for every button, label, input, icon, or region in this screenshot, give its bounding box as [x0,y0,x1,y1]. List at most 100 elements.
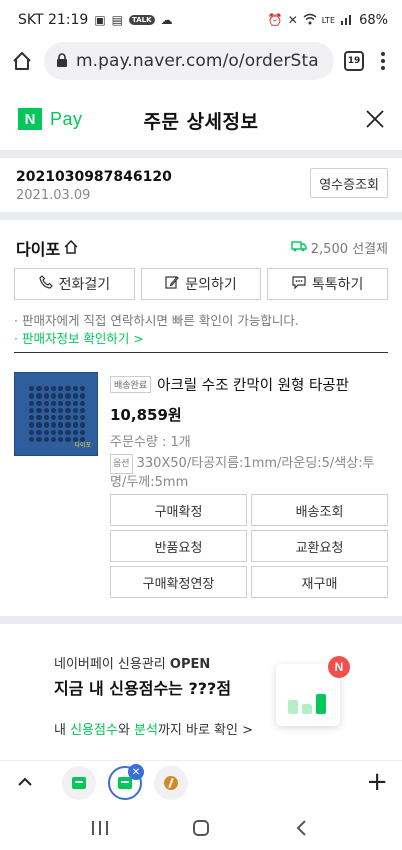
perforation-hole [29,429,35,435]
rebuy-button[interactable]: 재구매 [251,566,388,598]
close-icon[interactable] [364,108,386,130]
receipt-button[interactable]: 영수증조회 [310,168,388,198]
perforation-hole [65,422,71,428]
perforation-hole [79,386,85,392]
delivery-status-badge: 배송완료 [110,375,152,393]
perforation-hole [36,386,42,392]
perforation-hole [29,400,35,406]
lock-icon [56,52,68,71]
notification-badge: N [328,656,350,678]
perforation-hole [50,422,56,428]
perforation-hole [79,415,85,421]
perforation-hole [58,436,64,442]
seller-row: 다이포 2,500 선결제 [0,234,402,260]
product-thumbnail[interactable]: 다이포 [14,372,98,456]
perforation-hole [43,429,49,435]
perforation-hole [65,429,71,435]
perforation-hole [50,407,56,413]
product-info: 배송완료 아크릴 수조 칸막이 원형 타공판 10,859원 주문수량 : 1개… [110,372,388,492]
perforation-hole [58,393,64,399]
status-bar: SKT 21:19 ▣ ▤ TALK ☁ ⏰ ✕ LTE 68% [0,0,402,40]
option-text: 330X50/타공지름:1mm/라운딩:5/색상:투명/두께:5mm [110,456,375,490]
close-tab-icon[interactable]: ✕ [128,764,144,780]
tab-npay-active[interactable]: ✕ [108,764,144,800]
perforation-hole [36,407,42,413]
product-quantity: 주문수량 : 1개 [110,435,191,450]
perforation-hole [72,386,78,392]
home-button-icon[interactable] [181,813,221,843]
edit-icon [165,275,179,293]
confirm-purchase-button[interactable]: 구매확정 [110,494,247,526]
npay-logo-text: Pay [50,108,83,129]
home-icon[interactable] [10,49,34,73]
seller-name-link[interactable]: 다이포 [16,236,78,260]
section-divider [0,150,402,158]
seller-info-link[interactable]: · 판매자정보 확인하기 > [14,328,144,347]
talk-icon: TALK [129,15,155,25]
order-number: 2021030987846120 [16,169,172,185]
perforation-hole [72,429,78,435]
product-options: 옵션 330X50/타공지름:1mm/라운딩:5/색상:투명/두께:5mm [110,454,388,492]
exchange-request-button[interactable]: 교환요청 [251,530,388,562]
browser-tab-bar: ✕ + [0,760,402,804]
order-action-buttons: 구매확정 배송조회 반품요청 교환요청 구매확정연장 재구매 [110,494,388,598]
more-menu-icon[interactable] [374,52,392,70]
credit-banner[interactable]: 네이버페이 신용관리 OPEN 지금 내 신용점수는 ???점 내 신용점수와 … [0,626,402,754]
perforation-hole [58,400,64,406]
battery-level: 68% [359,12,388,28]
banner-title: 지금 내 신용점수는 ???점 [54,679,232,698]
chevron-up-icon[interactable] [14,771,36,793]
perforation-hole [72,415,78,421]
npay-logo-letter: N [18,108,42,130]
shipping-fee-text: 2,500 선결제 [310,242,388,257]
perforation-hole [29,436,35,442]
inquiry-button[interactable]: 문의하기 [140,268,262,300]
seller-contact-notice: · 판매자에게 직접 연락하시면 빠른 확인이 가능합니다. [14,313,299,328]
order-date: 2021.03.09 [16,188,91,203]
talktalk-button[interactable]: 톡톡하기 [267,268,389,300]
section-divider [0,212,402,220]
option-tag: 옵션 [110,454,133,474]
system-nav-bar [0,806,402,850]
tab-npay-1[interactable] [62,766,96,800]
banner-link[interactable]: 내 신용점수와 분석까지 바로 확인 > [54,719,253,738]
perforation-hole [79,400,85,406]
address-bar[interactable]: m.pay.naver.com/o/orderSta [44,42,334,80]
perforation-hole [72,422,78,428]
tab-coffee[interactable] [154,766,188,800]
extend-confirm-button[interactable]: 구매확정연장 [110,566,247,598]
call-button[interactable]: 전화걸기 [14,268,135,300]
chat-bubble-icon [292,275,306,293]
perforation-hole [58,415,64,421]
signal-icon [340,13,354,28]
inquiry-button-label: 문의하기 [185,277,237,293]
recent-apps-icon[interactable] [80,813,120,843]
perforation-hole [29,415,35,421]
browser-toolbar: m.pay.naver.com/o/orderSta 19 [0,40,402,82]
section-divider [0,616,402,624]
perforation-hole [50,429,56,435]
perforation-hole [50,436,56,442]
back-icon[interactable] [282,813,322,843]
perforation-hole [65,436,71,442]
return-request-button[interactable]: 반품요청 [110,530,247,562]
product-name[interactable]: 아크릴 수조 칸막이 원형 타공판 [157,374,349,395]
call-button-label: 전화걸기 [58,277,111,293]
carrier-time: SKT 21:19 [18,12,89,28]
perforation-hole [36,415,42,421]
perforation-hole [29,393,35,399]
perforation-hole [58,386,64,392]
perforation-hole [36,422,42,428]
order-summary: 2021030987846120 2021.03.09 영수증조회 [0,160,402,208]
alarm-icon: ⏰ [267,13,283,27]
perforation-hole [43,422,49,428]
track-delivery-button[interactable]: 배송조회 [251,494,388,526]
new-tab-button[interactable]: + [366,769,388,795]
perforation-hole [58,407,64,413]
tab-switcher-button[interactable]: 19 [344,51,364,71]
perforation-hole [65,415,71,421]
shipping-fee: 2,500 선결제 [291,238,388,257]
talktalk-button-label: 톡톡하기 [311,277,364,293]
perforation-hole [50,386,56,392]
banner-subtitle: 네이버페이 신용관리 OPEN [54,657,211,672]
